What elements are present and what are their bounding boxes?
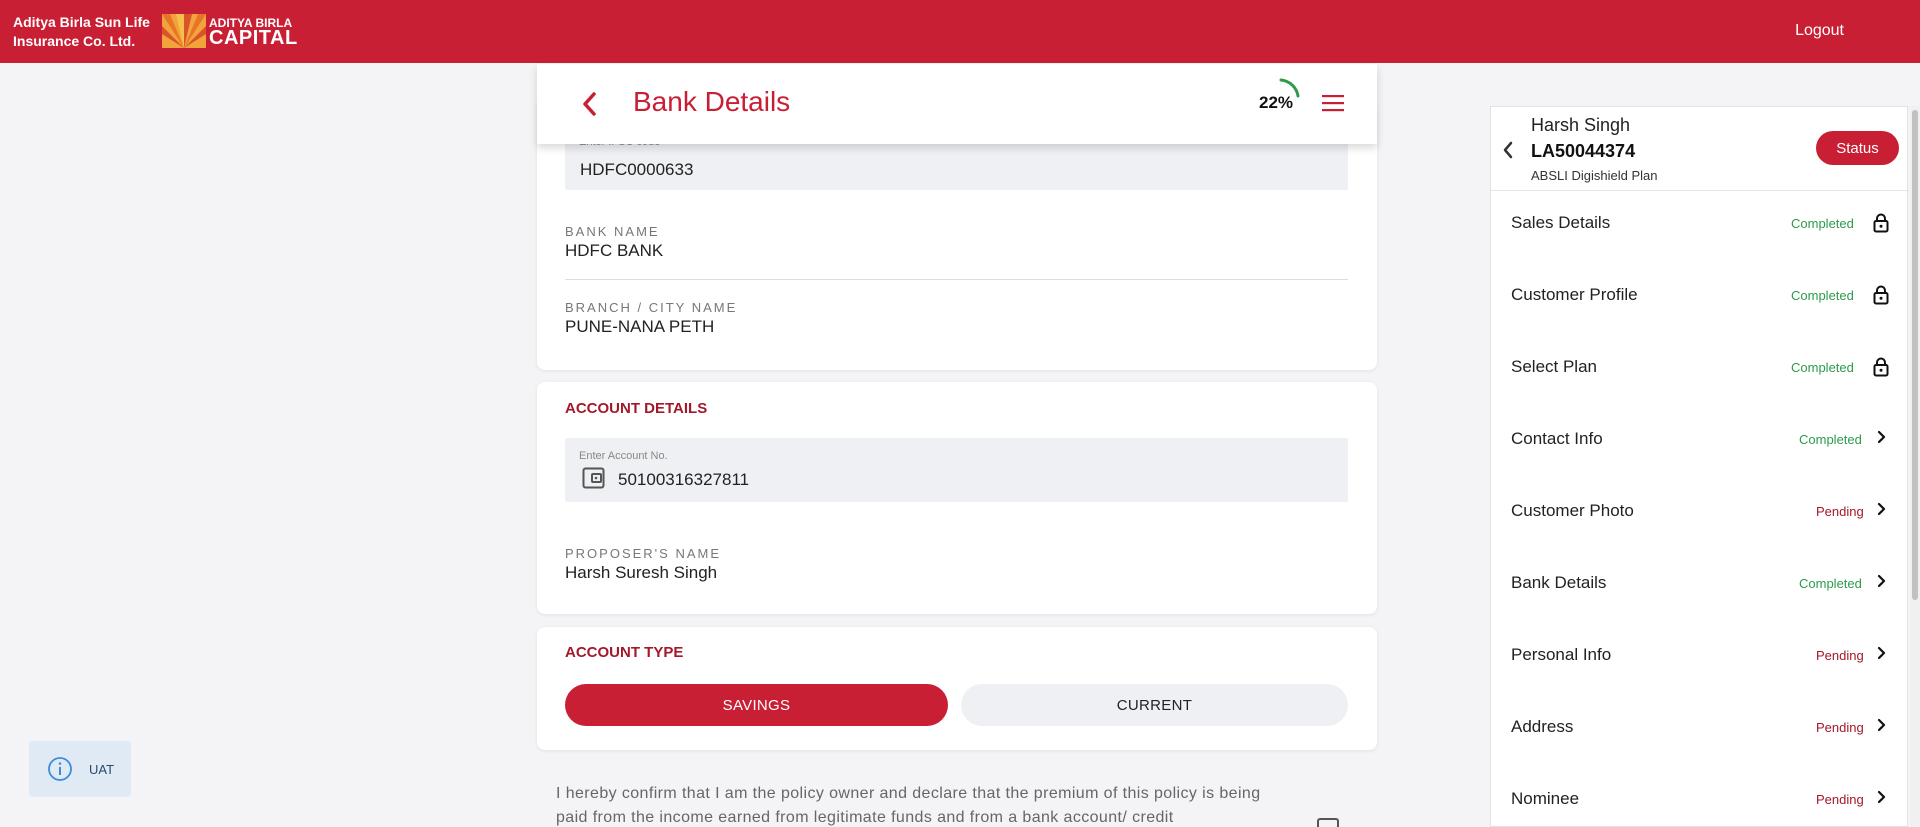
sunburst-logo-icon xyxy=(162,14,206,48)
top-bar: Aditya Birla Sun Life Insurance Co. Ltd.… xyxy=(0,0,1920,63)
nav-item-contact-info[interactable]: Contact Info Completed xyxy=(1491,407,1891,479)
status-button[interactable]: Status xyxy=(1816,131,1899,165)
aditya-birla-capital-logo: ADITYA BIRLA CAPITAL xyxy=(162,13,298,49)
nav-item-label: Nominee xyxy=(1511,789,1580,808)
account-number-input[interactable]: Enter Account No. 50100316327811 xyxy=(565,438,1348,502)
nav-item-status: Pending xyxy=(1816,792,1864,807)
back-chevron-icon[interactable] xyxy=(579,90,601,118)
nav-item-label: Select Plan xyxy=(1511,357,1597,376)
nav-item-status: Completed xyxy=(1791,216,1854,231)
logout-link[interactable]: Logout xyxy=(1795,22,1844,40)
insurer-name: Aditya Birla Sun Life Insurance Co. Ltd. xyxy=(13,13,150,51)
chevron-right-icon xyxy=(1877,430,1886,444)
applicant-summary: Harsh Singh LA50044374 ABSLI Digishield … xyxy=(1491,107,1909,191)
lock-icon xyxy=(1873,213,1889,233)
current-option-button[interactable]: CURRENT xyxy=(961,684,1348,726)
page-title: Bank Details xyxy=(633,86,791,117)
nav-item-customer-photo[interactable]: Customer Photo Pending xyxy=(1491,479,1891,551)
nav-item-nominee[interactable]: Nominee Pending xyxy=(1491,767,1891,827)
application-id: LA50044374 xyxy=(1531,141,1636,161)
account-details-card: ACCOUNT DETAILS Enter Account No. 501003… xyxy=(537,382,1377,614)
nav-item-select-plan[interactable]: Select Plan Completed xyxy=(1491,335,1891,407)
nav-item-label: Contact Info xyxy=(1511,429,1603,448)
nav-item-label: Bank Details xyxy=(1511,573,1607,592)
logo-line-2: CAPITAL xyxy=(209,27,298,49)
chevron-right-icon xyxy=(1877,574,1886,588)
account-type-title: ACCOUNT TYPE xyxy=(565,644,684,661)
nav-item-label: Sales Details xyxy=(1511,213,1611,232)
proposer-name-value: Harsh Suresh Singh xyxy=(565,563,718,582)
lock-icon xyxy=(1873,285,1889,305)
applicant-name: Harsh Singh xyxy=(1531,115,1631,135)
info-icon xyxy=(48,757,72,781)
declaration-text: I hereby confirm that I am the policy ow… xyxy=(556,785,1261,826)
account-type-card: ACCOUNT TYPE SAVINGS CURRENT xyxy=(537,627,1377,750)
ifsc-input-value: HDFC0000633 xyxy=(580,160,694,179)
branch-value: PUNE-NANA PETH xyxy=(565,317,715,336)
logo-wordmark: ADITYA BIRLA CAPITAL xyxy=(209,16,298,49)
declaration-checkbox[interactable] xyxy=(1317,818,1339,827)
chevron-right-icon xyxy=(1877,790,1886,804)
collapse-chevron-icon[interactable] xyxy=(1501,140,1515,160)
nav-item-status: Completed xyxy=(1799,576,1862,591)
chevron-right-icon xyxy=(1877,646,1886,660)
ifsc-input[interactable]: Enter IFSC code HDFC0000633 xyxy=(565,136,1348,190)
page-header: Bank Details 22% xyxy=(537,64,1377,144)
brand-line-1: Aditya Birla Sun Life xyxy=(13,14,150,30)
account-number-input-label: Enter Account No. xyxy=(579,450,668,462)
nav-item-status: Pending xyxy=(1816,504,1864,519)
savings-option-button[interactable]: SAVINGS xyxy=(565,684,948,726)
divider xyxy=(565,279,1348,280)
application-progress-panel: Harsh Singh LA50044374 ABSLI Digishield … xyxy=(1490,106,1909,827)
nav-item-label: Customer Profile xyxy=(1511,285,1638,304)
nav-item-personal-info[interactable]: Personal Info Pending xyxy=(1491,623,1891,695)
hamburger-menu-icon[interactable] xyxy=(1321,92,1345,114)
nav-item-address[interactable]: Address Pending xyxy=(1491,695,1891,767)
bank-name-value: HDFC BANK xyxy=(565,241,664,260)
nav-item-label: Address xyxy=(1511,717,1574,736)
proposer-name-label: PROPOSER'S NAME xyxy=(565,546,722,561)
nav-item-status: Completed xyxy=(1791,288,1854,303)
nav-item-status: Pending xyxy=(1816,720,1864,735)
progress-label: 22% xyxy=(1259,93,1294,112)
uat-badge[interactable]: UAT xyxy=(29,741,131,797)
chevron-right-icon xyxy=(1877,502,1886,516)
uat-label: UAT xyxy=(89,761,115,777)
bank-name-label: BANK NAME xyxy=(565,224,660,239)
scrollbar-thumb[interactable] xyxy=(1912,110,1918,600)
nav-item-sales-details[interactable]: Sales Details Completed xyxy=(1491,191,1891,263)
wallet-icon xyxy=(582,467,605,489)
account-details-title: ACCOUNT DETAILS xyxy=(565,400,708,417)
nav-item-status: Completed xyxy=(1799,432,1862,447)
account-number-value: 50100316327811 xyxy=(618,470,750,489)
side-panel-scrollbar[interactable] xyxy=(1910,106,1920,827)
nav-item-status: Pending xyxy=(1816,648,1864,663)
nav-item-label: Customer Photo xyxy=(1511,501,1634,520)
nav-item-label: Personal Info xyxy=(1511,645,1612,664)
branch-label: BRANCH / CITY NAME xyxy=(565,300,738,315)
chevron-right-icon xyxy=(1877,718,1886,732)
brand-line-2: Insurance Co. Ltd. xyxy=(13,33,136,49)
plan-name: ABSLI Digishield Plan xyxy=(1531,168,1658,183)
lock-icon xyxy=(1873,357,1889,377)
nav-item-customer-profile[interactable]: Customer Profile Completed xyxy=(1491,263,1891,335)
nav-item-bank-details[interactable]: Bank Details Completed xyxy=(1491,551,1891,623)
nav-item-status: Completed xyxy=(1791,360,1854,375)
